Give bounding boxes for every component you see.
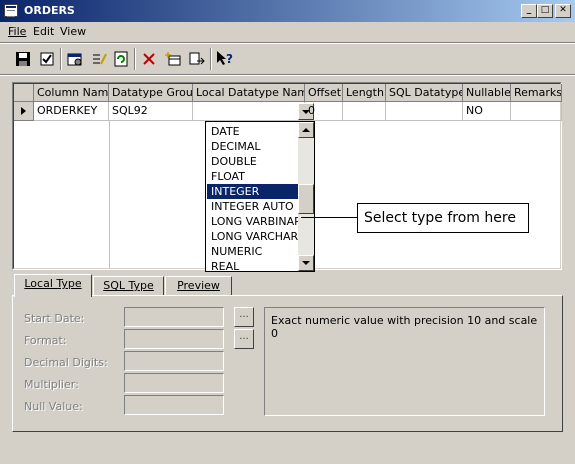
format-label: Format: [24,334,67,347]
header-local-datatype-name[interactable]: Local Datatype Name [193,84,305,102]
menu-file[interactable]: File [8,25,26,38]
save-icon[interactable] [12,48,34,70]
decimal-digits-label: Decimal Digits: [24,356,108,369]
help-icon[interactable]: ? [214,48,236,70]
datatype-description: Exact numeric value with precision 10 an… [264,307,545,416]
start-date-browse-button: ... [234,307,254,327]
header-remarks[interactable]: Remarks [511,84,562,102]
tab-local-type[interactable]: Local Type [14,274,92,297]
row-selector-arrow[interactable] [14,102,34,121]
header-sql-datatype[interactable]: SQL Datatype [386,84,463,102]
start-date-field [124,307,224,327]
orders-window: ORDERS _ □ ✕ File Edit View ? Column Nam… [0,0,575,464]
header-nullable[interactable]: Nullable [463,84,511,102]
cell-local-datatype-name[interactable] [193,102,305,121]
delete-icon[interactable] [138,48,160,70]
close-button[interactable]: ✕ [555,4,571,18]
format-browse-button: ... [234,329,254,349]
format-field [124,329,224,349]
scroll-up-icon[interactable] [298,122,314,138]
svg-text:?: ? [226,52,233,66]
columns-grid[interactable]: Column Name Datatype Group Local Datatyp… [12,82,562,272]
datatype-dropdown-list[interactable]: DATE DECIMAL DOUBLE FLOAT INTEGER INTEGE… [205,121,315,272]
toolbar-separator [0,74,575,76]
edit-list-icon[interactable] [88,48,110,70]
dropdown-option[interactable]: NUMERIC [207,244,300,259]
dropdown-option[interactable]: INTEGER AUTO [207,199,300,214]
dropdown-option-selected[interactable]: INTEGER [207,184,300,199]
cell-sql-datatype[interactable] [386,102,463,121]
callout-annotation: Select type from here [357,203,529,233]
title-bar[interactable]: ORDERS _ □ ✕ [0,0,575,22]
scroll-down-icon[interactable] [298,255,314,271]
grid-corner [14,84,34,102]
cell-remarks[interactable] [511,102,562,121]
properties-icon[interactable] [64,48,86,70]
header-datatype-group[interactable]: Datatype Group [109,84,193,102]
start-date-label: Start Date: [24,312,85,325]
dropdown-option[interactable]: DECIMAL [207,139,300,154]
menu-view[interactable]: View [60,25,86,38]
header-offset[interactable]: Offset [305,84,343,102]
header-column-name[interactable]: Column Name [34,84,109,102]
menu-bar: File Edit View [0,22,575,42]
cell-length[interactable] [343,102,386,121]
scroll-thumb[interactable] [298,184,314,214]
dropdown-option[interactable]: DATE [207,124,300,139]
cell-offset[interactable]: 0 [305,102,343,121]
minimize-button[interactable]: _ [521,4,537,18]
maximize-button[interactable]: □ [537,4,553,18]
decimal-digits-field [124,351,224,371]
cell-nullable[interactable]: NO [463,102,511,121]
tab-preview[interactable]: Preview [165,276,232,296]
toolbar: ? [0,44,575,74]
add-table-icon[interactable] [162,48,184,70]
multiplier-label: Multiplier: [24,378,79,391]
check-icon[interactable] [36,48,58,70]
table-app-icon [4,4,18,17]
export-icon[interactable] [186,48,208,70]
dropdown-option[interactable]: LONG VARBINAR [207,214,300,229]
header-length[interactable]: Length [343,84,386,102]
null-value-label: Null Value: [24,400,83,413]
dropdown-option[interactable]: REAL [207,259,300,270]
tab-sql-type[interactable]: SQL Type [93,276,164,296]
dropdown-option[interactable]: LONG VARCHAR [207,229,300,244]
callout-pointer [301,217,358,218]
menu-edit[interactable]: Edit [33,25,54,38]
window-title: ORDERS [24,4,75,17]
dropdown-option[interactable]: FLOAT [207,169,300,184]
multiplier-field [124,373,224,393]
dropdown-scrollbar[interactable] [298,122,314,271]
cell-column-name[interactable]: ORDERKEY [34,102,109,121]
null-value-field [124,395,224,415]
refresh-icon[interactable] [110,48,132,70]
dropdown-option[interactable]: DOUBLE [207,154,300,169]
cell-datatype-group[interactable]: SQL92 [109,102,193,121]
